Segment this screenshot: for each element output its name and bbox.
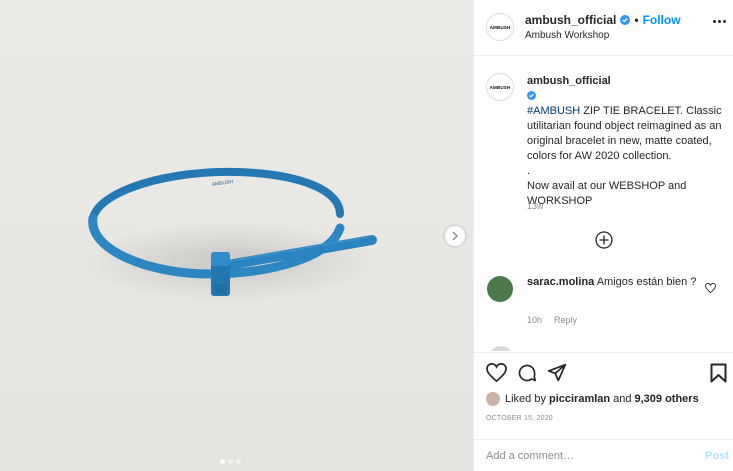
post-header: AMBUSH ambush_official • Follow Ambush W… (474, 0, 733, 56)
carousel-dot (228, 459, 233, 464)
liker-avatar[interactable] (486, 392, 500, 406)
header-user-line: ambush_official • Follow (525, 13, 681, 27)
liked-by-user[interactable]: picciramlan (549, 393, 610, 405)
likes-count[interactable]: 9,309 others (634, 393, 698, 405)
caption-avatar-logo-text: AMBUSH (489, 84, 511, 90)
post-date[interactable]: OCTOBER 15, 2020 (486, 415, 553, 422)
post-image[interactable]: AMBUSH (0, 0, 473, 471)
post-comment-button[interactable]: Post (705, 450, 729, 462)
comment-text: Amigos están bien ? (594, 276, 697, 288)
location-link[interactable]: Ambush Workshop (525, 30, 609, 41)
comment-timestamp[interactable]: 10h (527, 315, 542, 325)
follow-button[interactable]: Follow (643, 13, 681, 27)
svg-text:AMBUSH: AMBUSH (211, 179, 233, 188)
post-actions: Liked by picciramlan and 9,309 others OC… (474, 352, 733, 422)
avatar[interactable]: AMBUSH (486, 13, 514, 41)
header-username[interactable]: ambush_official (525, 13, 616, 27)
chevron-right-icon (452, 231, 459, 241)
more-options-icon[interactable] (713, 20, 726, 23)
likes-summary: Liked by picciramlan and 9,309 others (486, 392, 699, 406)
verified-badge-icon (527, 91, 536, 100)
comment-reply-button[interactable]: Reply (554, 315, 577, 325)
commenter-avatar[interactable] (487, 276, 513, 302)
liked-by-label: Liked by (505, 393, 546, 405)
likes-joiner: and (613, 393, 632, 405)
comment-bubble-icon[interactable] (517, 363, 537, 383)
next-comment-partial (491, 346, 511, 351)
avatar-logo-text: AMBUSH (489, 24, 511, 30)
like-heart-icon[interactable] (486, 363, 507, 382)
header-separator: • (634, 13, 639, 27)
carousel-indicator (220, 459, 241, 464)
caption-avatar[interactable]: AMBUSH (486, 73, 514, 101)
comment-body: sarac.molina Amigos están bien ? (527, 275, 697, 290)
post-details-panel: AMBUSH ambush_official • Follow Ambush W… (473, 0, 733, 471)
add-comment-bar: Post (474, 439, 733, 471)
carousel-dot (236, 459, 241, 464)
zip-tie-bracelet-image: AMBUSH (80, 167, 380, 302)
carousel-dot-active (220, 459, 225, 464)
load-more-comments-icon[interactable] (595, 231, 613, 249)
next-image-button[interactable] (445, 226, 465, 246)
verified-badge-icon (620, 15, 631, 25)
caption: ambush_official #AMBUSH ZIP TIE BRACELET… (527, 74, 722, 209)
caption-text: ZIP TIE BRACELET. Classic utilitarian fo… (527, 105, 722, 207)
comment-username[interactable]: sarac.molina (527, 276, 594, 288)
share-paper-plane-icon[interactable] (547, 363, 567, 383)
caption-username[interactable]: ambush_official (527, 75, 611, 87)
comment-like-heart-icon[interactable] (705, 283, 716, 293)
comments-section[interactable]: AMBUSH ambush_official #AMBUSH ZIP TIE B… (474, 57, 733, 351)
add-comment-input[interactable] (486, 447, 686, 465)
caption-hashtag[interactable]: #AMBUSH (527, 105, 580, 117)
caption-timestamp[interactable]: 13w (527, 201, 544, 211)
save-bookmark-icon[interactable] (710, 363, 727, 383)
comment-meta: 10h Reply (527, 315, 577, 325)
